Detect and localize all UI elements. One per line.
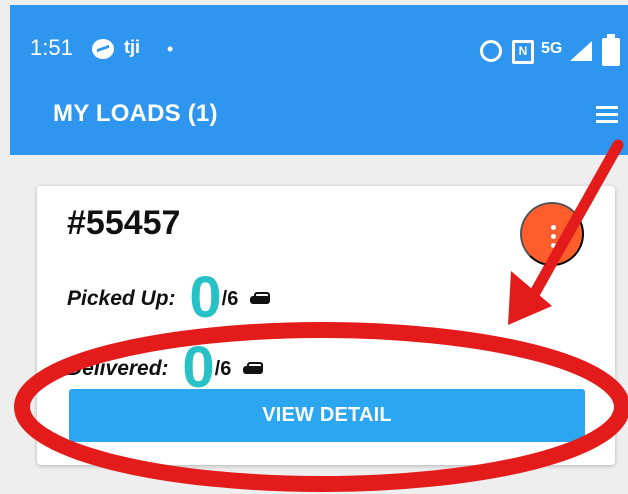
more-vertical-icon	[551, 225, 556, 230]
view-detail-button[interactable]: VIEW DETAIL	[69, 389, 585, 442]
messenger-icon	[92, 39, 114, 59]
nfc-icon: N	[512, 40, 534, 64]
delivered-label: Delivered:	[67, 357, 169, 380]
more-vertical-icon	[551, 234, 556, 239]
more-vertical-icon	[551, 243, 556, 248]
notification-dot: •	[167, 39, 174, 59]
status-time: 1:51	[30, 35, 73, 60]
picked-up-value: 0	[189, 265, 222, 330]
picked-up-total: /6	[221, 288, 239, 310]
load-card: #55457 Picked Up: 0/6 Delivered: 0/6 VIE…	[37, 186, 615, 465]
picked-up-line: Picked Up: 0/6	[67, 264, 272, 331]
order-number: #55457	[67, 204, 181, 242]
app-bar: 1:51 tji • N 5G MY LOADS (1)	[10, 5, 628, 155]
alarm-icon	[480, 40, 502, 62]
delivered-total: /6	[214, 358, 232, 380]
menu-line	[596, 120, 618, 123]
picked-up-label: Picked Up:	[67, 287, 176, 310]
battery-icon	[602, 34, 620, 66]
signal-icon	[570, 41, 592, 61]
more-options-button[interactable]	[520, 202, 584, 266]
network-type: 5G	[541, 40, 563, 57]
menu-line	[596, 106, 618, 109]
car-icon	[241, 361, 265, 375]
teams-icon: tji	[124, 37, 140, 57]
status-bar: 1:51 tji • N 5G	[10, 5, 628, 89]
car-icon	[248, 291, 272, 305]
page-title: MY LOADS (1)	[53, 100, 218, 127]
hamburger-menu-icon[interactable]	[596, 106, 618, 124]
menu-line	[596, 113, 618, 116]
